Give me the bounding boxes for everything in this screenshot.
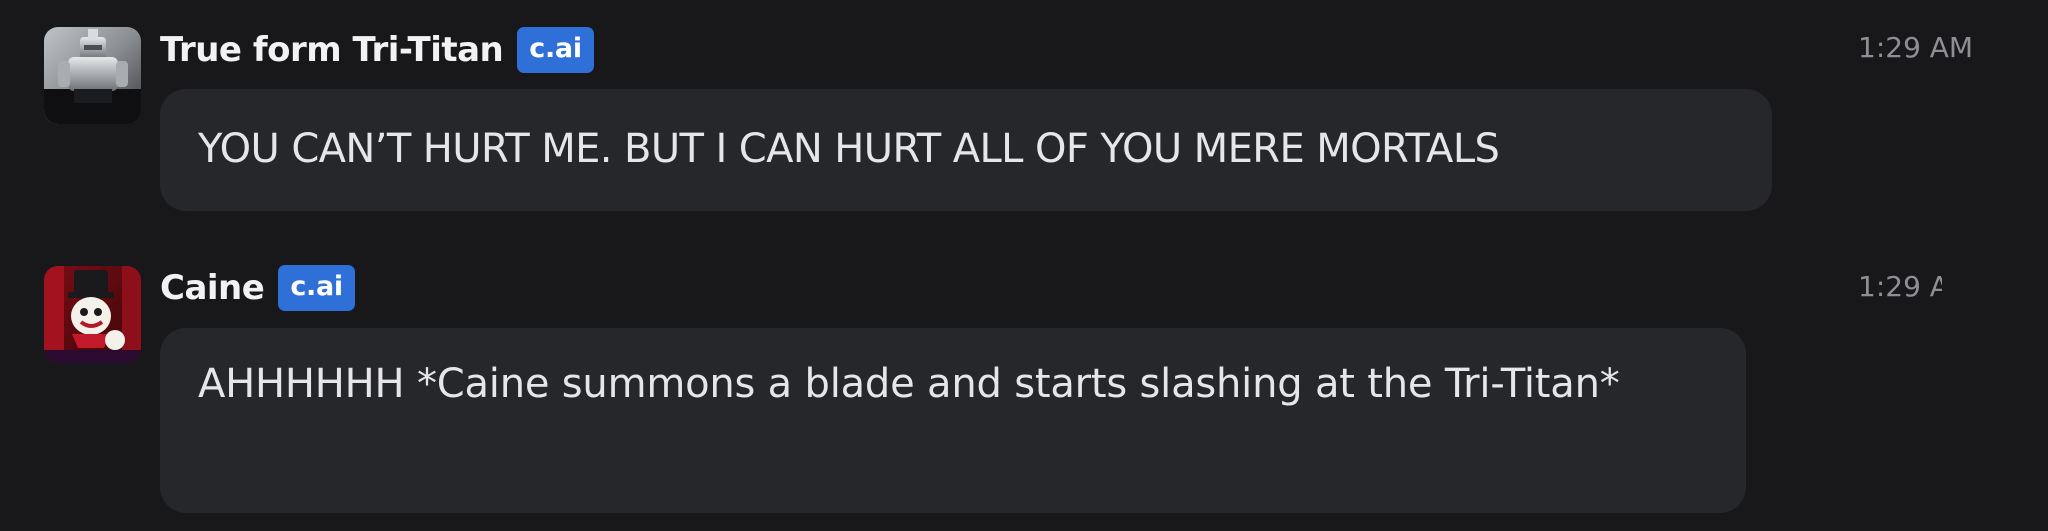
chat-message: Caine c.ai 1:29 AM AHHHHHH *Caine summon…	[0, 240, 2048, 531]
chat-message: True form Tri-Titan c.ai 1:29 AM YOU CAN…	[0, 0, 2048, 230]
cai-badge: c.ai	[517, 27, 594, 73]
cai-badge: c.ai	[278, 265, 355, 311]
message-timestamp: 1:29 AM	[1858, 31, 1974, 64]
sender-name[interactable]: True form Tri-Titan	[160, 30, 504, 70]
chat-log: True form Tri-Titan c.ai 1:29 AM YOU CAN…	[0, 0, 2048, 531]
robot-titan-avatar-icon	[44, 27, 141, 124]
message-header: True form Tri-Titan c.ai	[160, 26, 594, 74]
message-bubble: AHHHHHH *Caine summons a blade and start…	[160, 328, 1746, 513]
message-timestamp: 1:29 AM	[1858, 270, 1942, 303]
sender-name[interactable]: Caine	[160, 268, 265, 308]
avatar[interactable]	[44, 266, 141, 363]
message-header: Caine c.ai	[160, 264, 355, 312]
avatar[interactable]	[44, 27, 141, 124]
ringmaster-avatar-icon	[44, 266, 141, 363]
message-bubble: YOU CAN’T HURT ME. BUT I CAN HURT ALL OF…	[160, 89, 1772, 211]
